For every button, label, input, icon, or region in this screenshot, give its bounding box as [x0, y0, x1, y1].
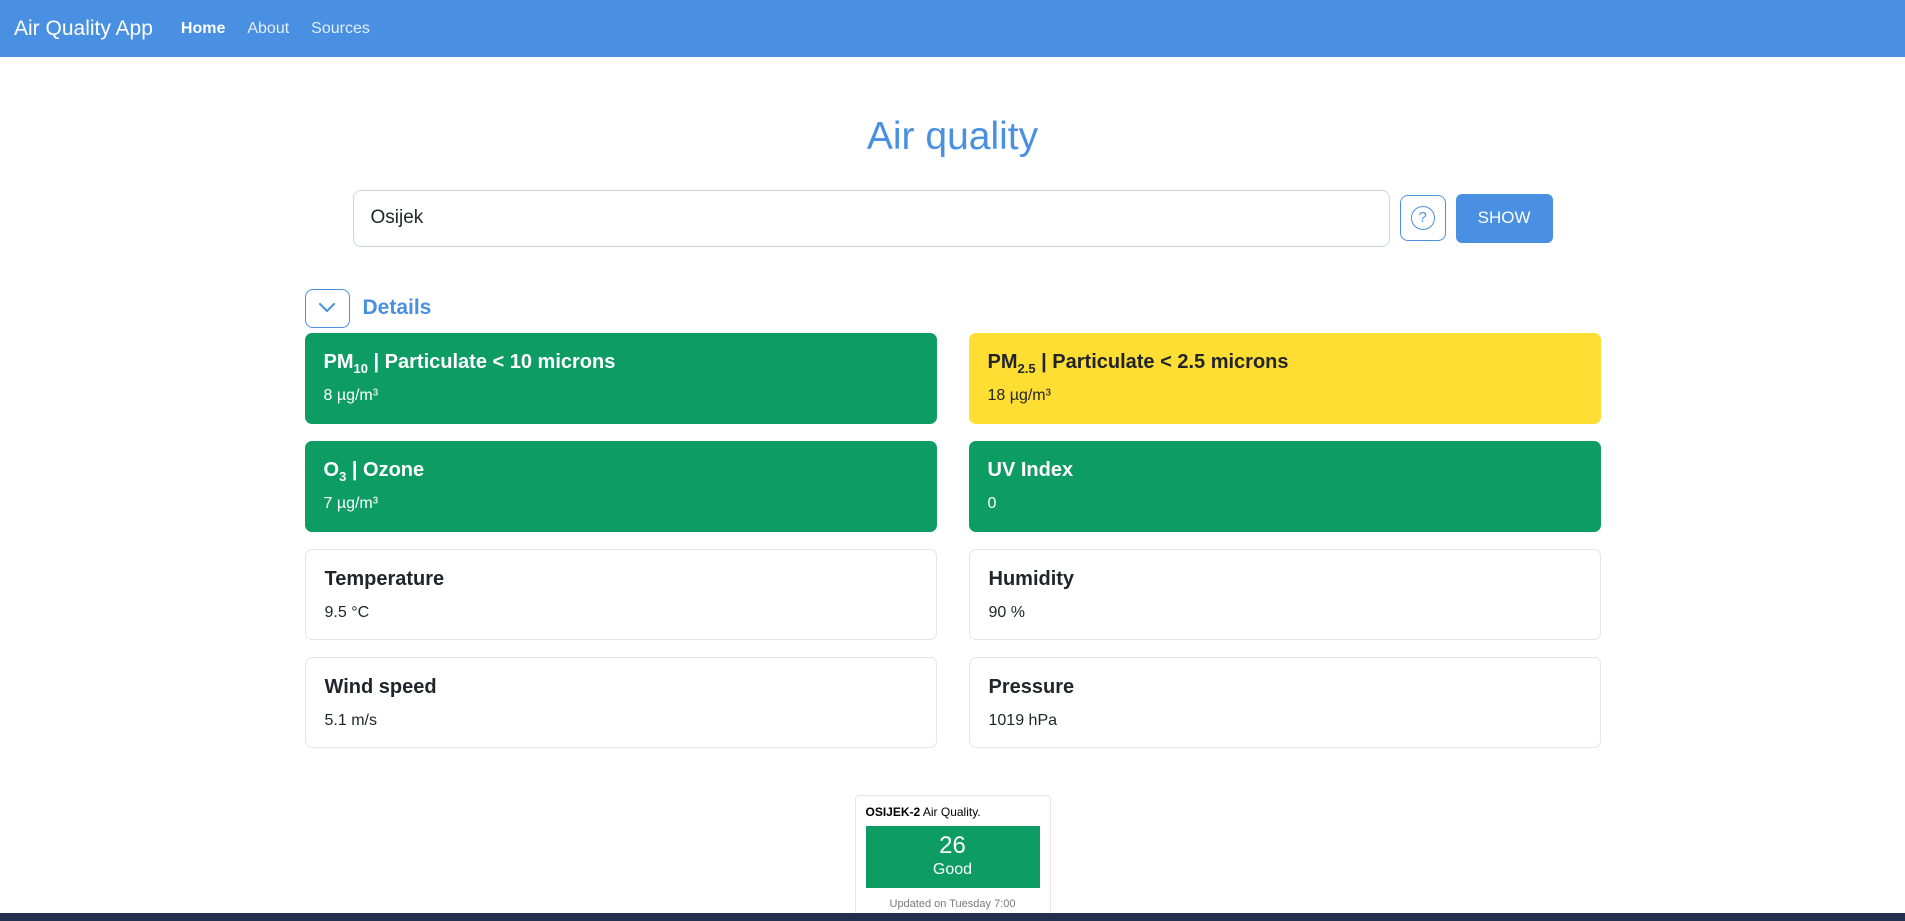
- aqi-value-box: 26 Good: [865, 826, 1040, 888]
- navbar: Air Quality App Home About Sources: [0, 0, 1905, 57]
- help-button[interactable]: ?: [1399, 195, 1446, 242]
- main-content: Air quality ? SHOW Details PM10 | Partic…: [304, 115, 1601, 921]
- metric-card-pm10: PM10 | Particulate < 10 microns 8 µg/m³: [304, 332, 937, 424]
- metric-value: 5.1 m/s: [324, 712, 377, 730]
- metric-value: 0: [987, 495, 997, 513]
- metric-title: O3 | Ozone: [323, 458, 425, 484]
- page: Air Quality App Home About Sources Air q…: [0, 0, 1905, 921]
- details-label: Details: [362, 296, 432, 320]
- nav-item-sources[interactable]: Sources: [311, 20, 370, 38]
- aqi-value: 26: [939, 832, 966, 860]
- app-brand[interactable]: Air Quality App: [14, 17, 153, 41]
- chevron-down-icon: [319, 303, 335, 313]
- show-button[interactable]: SHOW: [1455, 193, 1553, 243]
- metric-value: 90 %: [988, 604, 1025, 622]
- metric-card-uv-index: UV Index 0: [968, 440, 1601, 532]
- details-toggle-button[interactable]: [304, 288, 350, 328]
- question-mark-icon: ?: [1410, 206, 1435, 231]
- aqi-widget-title: OSIJEK-2 Air Quality.: [865, 805, 981, 820]
- city-search-input[interactable]: [352, 189, 1390, 247]
- metric-title: UV Index: [987, 458, 1074, 481]
- search-row: ? SHOW: [352, 189, 1553, 247]
- metric-card-temperature: Temperature 9.5 °C: [304, 548, 937, 641]
- nav-item-about[interactable]: About: [247, 20, 289, 38]
- metric-title: Humidity: [988, 567, 1075, 590]
- metric-card-ozone: O3 | Ozone 7 µg/m³: [304, 440, 937, 532]
- metric-title: PM2.5 | Particulate < 2.5 microns: [987, 350, 1289, 376]
- footer: [0, 913, 1905, 921]
- metric-value: 18 µg/m³: [987, 387, 1051, 405]
- details-row: Details: [304, 288, 1601, 328]
- metric-card-pm25: PM2.5 | Particulate < 2.5 microns 18 µg/…: [968, 332, 1601, 424]
- metric-title: Pressure: [988, 676, 1075, 699]
- metric-value: 9.5 °C: [324, 604, 370, 622]
- aqi-updated-text: Updated on Tuesday 7:00: [889, 897, 1016, 910]
- metric-value: 1019 hPa: [988, 712, 1058, 730]
- metrics-grid: PM10 | Particulate < 10 microns 8 µg/m³ …: [304, 332, 1601, 749]
- nav-item-home[interactable]: Home: [181, 20, 225, 38]
- metric-card-wind-speed: Wind speed 5.1 m/s: [304, 657, 937, 749]
- page-title: Air quality: [866, 115, 1039, 158]
- metric-card-pressure: Pressure 1019 hPa: [968, 657, 1601, 749]
- metric-card-humidity: Humidity 90 %: [968, 548, 1601, 641]
- metric-title: Wind speed: [324, 676, 437, 699]
- aqi-widget: OSIJEK-2 Air Quality. 26 Good Updated on…: [854, 795, 1051, 921]
- metric-title: PM10 | Particulate < 10 microns: [323, 350, 616, 376]
- metric-value: 8 µg/m³: [323, 387, 379, 405]
- metric-title: Temperature: [324, 567, 445, 590]
- aqi-category-label: Good: [932, 860, 973, 878]
- metric-value: 7 µg/m³: [323, 495, 379, 513]
